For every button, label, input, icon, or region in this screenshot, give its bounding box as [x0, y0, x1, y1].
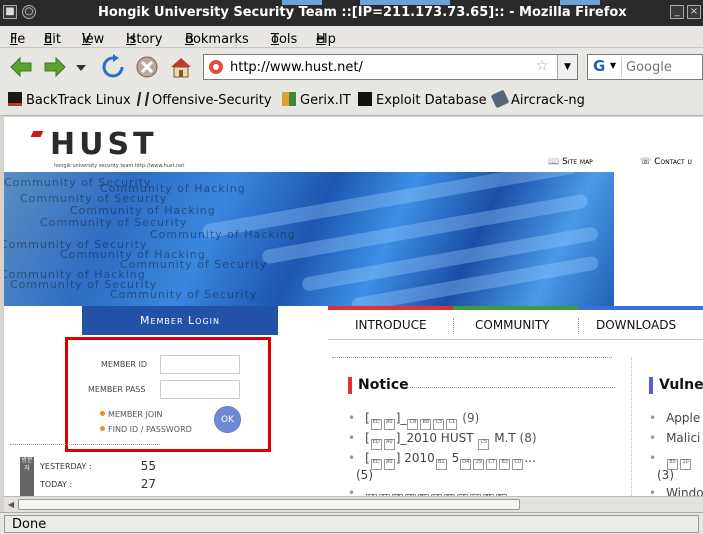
- member-id-label: MEMBER ID: [101, 360, 148, 369]
- banner-text: Community of Security: [110, 288, 258, 301]
- site-favicon-icon: [209, 60, 223, 74]
- logo-text: HUST: [50, 127, 158, 162]
- window-title: Hongik University Security Team ::[IP=21…: [98, 5, 627, 20]
- book-icon: 📖: [548, 157, 560, 167]
- backtrack-icon: [8, 92, 22, 106]
- member-login-form: MEMBER ID MEMBER PASS MEMBER JOIN FIND I…: [65, 337, 271, 452]
- url-dropdown-icon[interactable]: ▼: [557, 55, 577, 79]
- notice-item[interactable]: •[ED A0] 2010 B1 5 D4 29 C7 B3 C0...: [348, 451, 536, 470]
- phone-icon: ☏: [640, 157, 652, 167]
- notice-title: Notice: [358, 377, 409, 393]
- tab-community[interactable]: COMMUNITY: [475, 318, 550, 332]
- status-bar: Done: [0, 512, 703, 534]
- bookmark-gerix[interactable]: Gerix.IT: [282, 92, 351, 110]
- vuln-title: Vulner: [659, 377, 703, 393]
- visitor-stats-label: 방문자: [20, 457, 34, 496]
- search-box[interactable]: G ▼: [587, 54, 703, 80]
- site-map-link[interactable]: 📖 Site map: [548, 157, 593, 167]
- window-app-icon[interactable]: ○: [22, 5, 36, 19]
- chevron-down-icon: ▼: [610, 61, 617, 70]
- bookmark-star-icon[interactable]: ☆: [536, 58, 549, 74]
- hero-banner: Community of Security Community of Hacki…: [0, 172, 614, 306]
- google-icon: G: [593, 57, 606, 75]
- login-ok-button[interactable]: OK: [214, 406, 241, 433]
- url-input[interactable]: [230, 58, 530, 76]
- window-title-bar: ■ ○ Hongik University Security Team ::[I…: [0, 0, 703, 26]
- member-id-input[interactable]: [160, 355, 240, 374]
- gerix-icon: [282, 92, 296, 106]
- close-icon[interactable]: ×: [687, 5, 701, 19]
- horizontal-scrollbar[interactable]: ◀: [4, 496, 703, 512]
- vuln-accent: [649, 377, 653, 394]
- status-panel: Done: [4, 515, 699, 533]
- logo-subtitle: hongik university security team http://w…: [54, 163, 185, 169]
- column-divider: [631, 357, 632, 496]
- notice-item-count: (5): [356, 468, 373, 482]
- reload-icon[interactable]: [100, 54, 126, 80]
- sidebar-gutter: [0, 117, 4, 496]
- divider: [10, 444, 160, 445]
- member-login-tab[interactable]: Member Login: [82, 306, 278, 335]
- site-nav-tabs: INTRODUCE COMMUNITY DOWNLOADS: [328, 306, 703, 340]
- contact-link[interactable]: ☏ Contact u: [640, 157, 692, 167]
- vuln-item[interactable]: • Apple: [649, 411, 700, 425]
- yesterday-label: YESTERDAY :: [40, 462, 92, 471]
- notice-item[interactable]: •[ED A0]_ C8 B8 C5 C1 (9): [348, 411, 479, 430]
- banner-text: Community of Hacking: [150, 228, 296, 241]
- history-dropdown-icon[interactable]: [74, 54, 88, 80]
- home-icon[interactable]: [168, 54, 194, 80]
- logo-mark: [30, 131, 44, 137]
- today-count: 27: [140, 477, 156, 491]
- bookmarks-toolbar: BackTrack Linux Offensive-Security Gerix…: [0, 86, 703, 116]
- bookmark-exploit-database[interactable]: Exploit Database: [358, 92, 487, 110]
- back-icon[interactable]: [8, 54, 34, 80]
- page-content: HUST hongik university security team htt…: [0, 117, 703, 496]
- menu-bar: File Edit View History Bookmarks Tools H…: [0, 26, 703, 48]
- divider: [410, 387, 615, 388]
- window-menu-icon[interactable]: ■: [3, 5, 17, 19]
- notice-accent: [348, 377, 352, 394]
- yesterday-count: 55: [140, 459, 156, 473]
- search-engine-selector[interactable]: G ▼: [590, 57, 622, 77]
- tab-downloads[interactable]: DOWNLOADS: [596, 318, 676, 332]
- search-input[interactable]: [626, 58, 702, 76]
- status-text: Done: [12, 517, 47, 532]
- scroll-left-icon[interactable]: ◀: [4, 498, 18, 511]
- offsec-icon: [136, 92, 150, 106]
- aircrack-icon: [490, 89, 510, 109]
- bookmark-backtrack[interactable]: BackTrack Linux: [8, 92, 131, 110]
- divider: [332, 357, 612, 358]
- address-bar[interactable]: ☆ ▼: [203, 54, 578, 80]
- vuln-item-count: (3): [657, 468, 674, 482]
- vuln-item[interactable]: • Windo: [649, 486, 703, 496]
- bookmark-aircrack[interactable]: Aircrack-ng: [490, 89, 585, 110]
- member-pass-input[interactable]: [160, 380, 240, 399]
- scrollbar-thumb[interactable]: [18, 499, 520, 510]
- notice-item[interactable]: •[ED A0]_2010 HUST C5 M.T (8): [348, 431, 537, 450]
- member-pass-label: MEMBER PASS: [88, 385, 146, 394]
- vuln-item[interactable]: • Malici: [649, 431, 700, 445]
- find-id-password-link[interactable]: FIND ID / PASSWORD: [100, 425, 192, 434]
- bookmark-offensive-security[interactable]: Offensive-Security: [136, 92, 272, 110]
- minimize-icon[interactable]: _: [670, 5, 684, 19]
- exploitdb-icon: [358, 92, 372, 106]
- stop-icon[interactable]: [134, 54, 160, 80]
- notice-item[interactable]: •C5A7D5D0BCC5B3C5C1B5BC: [348, 486, 508, 496]
- tab-introduce[interactable]: INTRODUCE: [355, 318, 427, 332]
- today-label: TODAY :: [40, 480, 73, 489]
- forward-icon[interactable]: [42, 54, 68, 80]
- member-join-link[interactable]: MEMBER JOIN: [100, 410, 163, 419]
